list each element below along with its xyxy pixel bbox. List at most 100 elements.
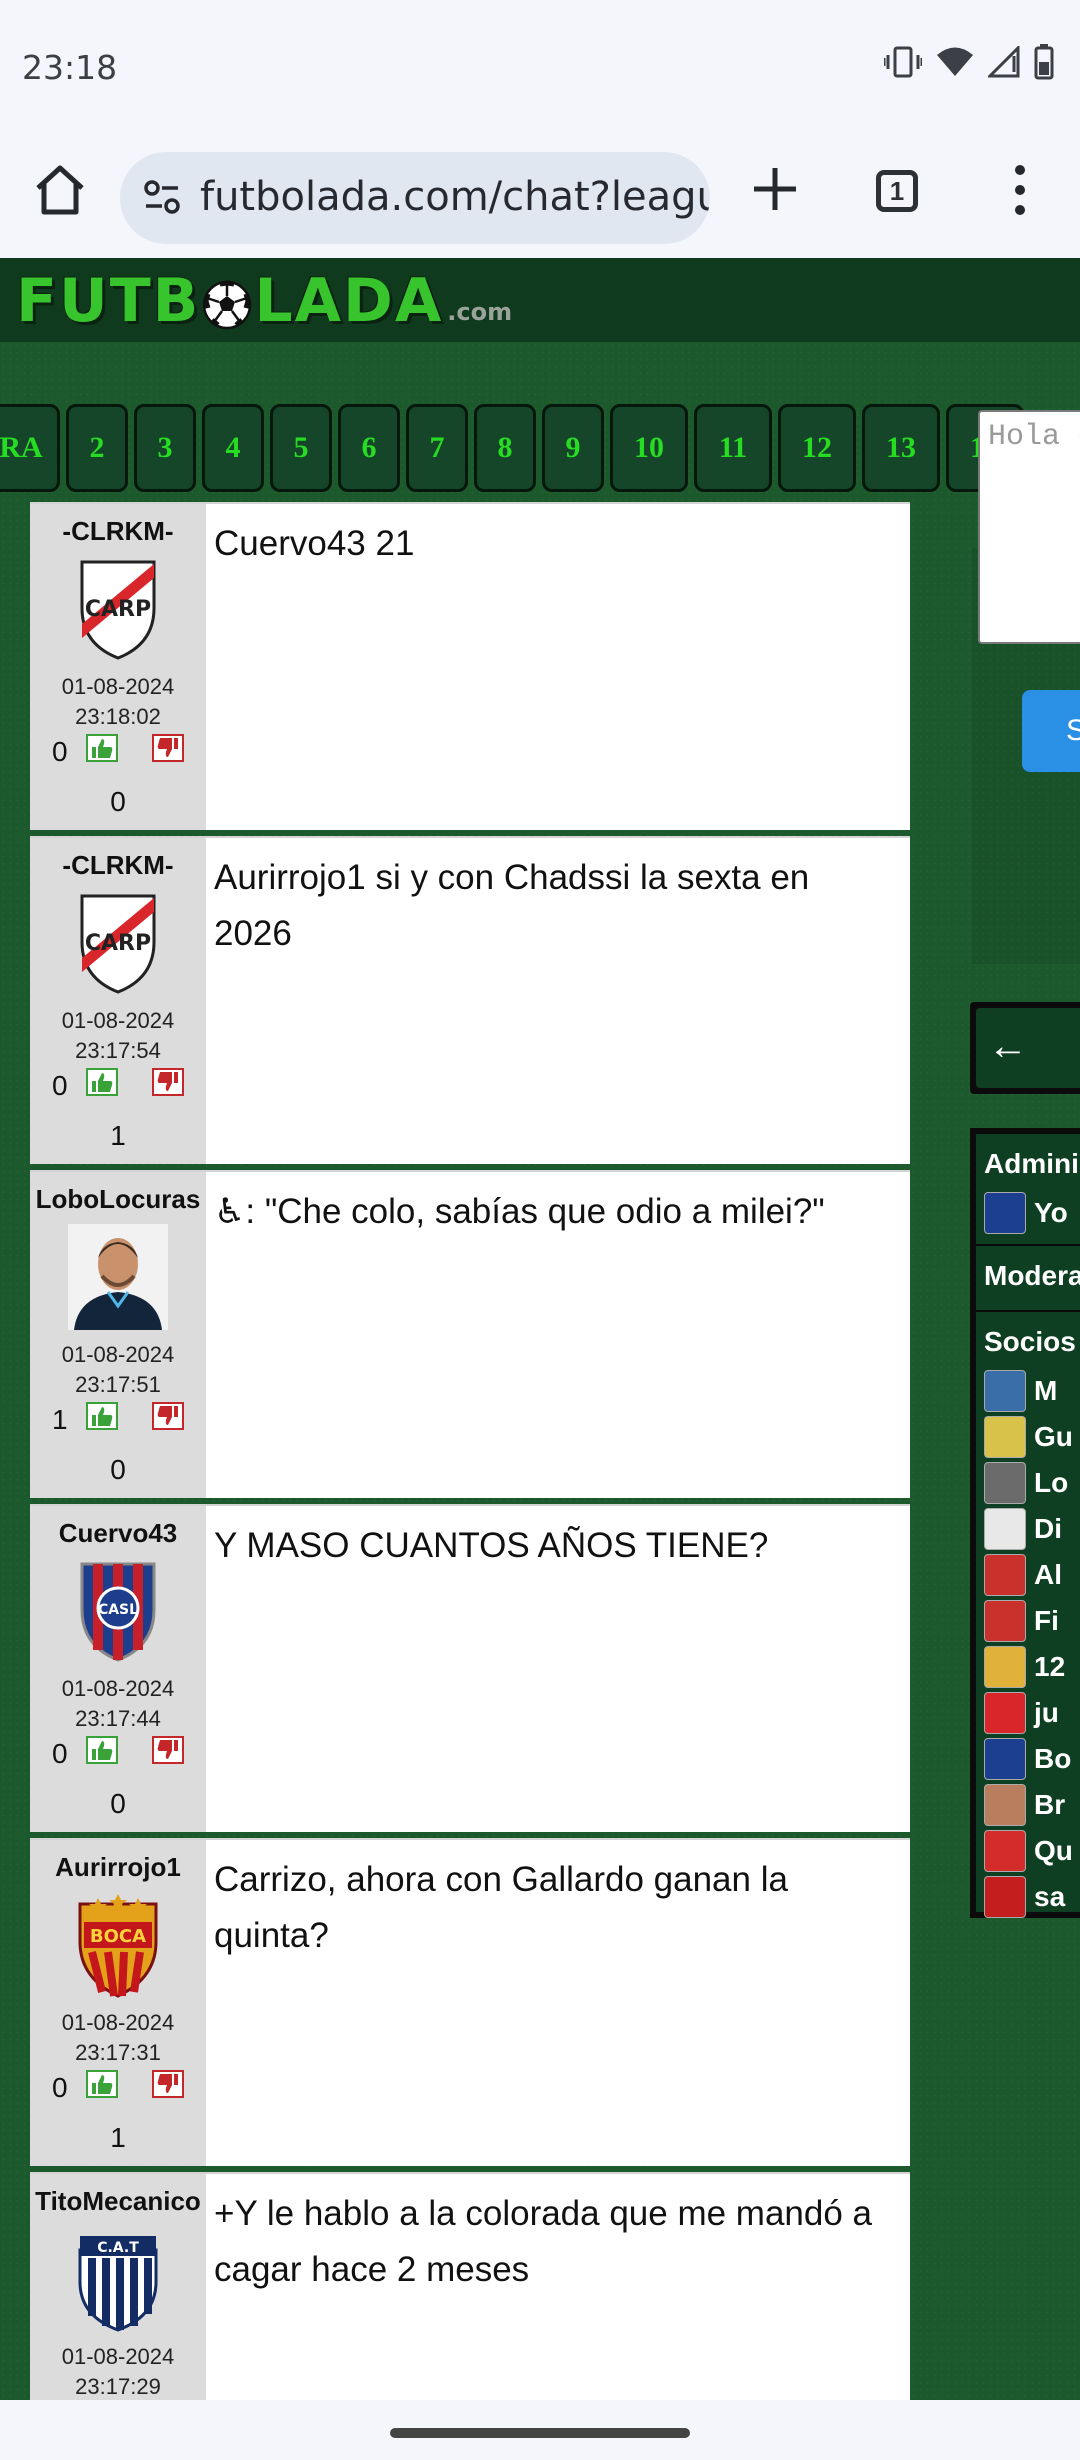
member-username: Qu [1034,1835,1073,1866]
home-gesture-handle[interactable] [390,2428,690,2438]
user-avatar[interactable]: CASL [68,1558,168,1664]
round-tab[interactable]: 3 [134,404,196,492]
member-avatar [984,1508,1026,1550]
member-row[interactable]: 12 [984,1644,1065,1690]
chat-message: LoboLocuras 01-08-2024 23:17:51 1 0 ♿: "Che c… [30,1170,910,1498]
round-tab[interactable]: RA [0,404,60,492]
svg-text:BOCA: BOCA [90,1926,146,1947]
member-row[interactable]: Br [984,1782,1065,1828]
back-arrow-icon[interactable]: ← [976,1008,1080,1088]
thumbs-up-icon[interactable] [86,2070,118,2103]
member-username: Di [1034,1513,1062,1544]
site-header: FUTB LADA .com [0,258,1080,342]
admins-heading: Admini [984,1148,1079,1179]
user-avatar[interactable]: C.A.T [68,2226,168,2332]
member-row[interactable]: Fi [984,1598,1059,1644]
web-page: FUTB LADA .com RA234567891011121314 -CLR… [0,258,1080,2400]
member-row[interactable]: ju [984,1690,1059,1736]
thumbs-down-icon[interactable] [152,734,184,767]
member-row[interactable]: Qu [984,1828,1073,1874]
more-menu-icon[interactable] [1008,160,1032,220]
thumbs-down-icon[interactable] [152,2070,184,2103]
message-timestamp: 01-08-2024 23:17:54 [30,1006,206,1066]
round-tab[interactable]: 7 [406,404,468,492]
svg-text:CASL: CASL [98,1602,138,1618]
user-avatar[interactable]: BOCA [68,1892,168,1998]
round-tab[interactable]: 12 [778,404,856,492]
member-avatar [984,1784,1026,1826]
chat-message-input[interactable]: Hola c [978,410,1080,644]
round-tab[interactable]: 2 [66,404,128,492]
round-tab[interactable]: 11 [694,404,772,492]
round-tab[interactable]: 8 [474,404,536,492]
thumbs-down-icon[interactable] [152,1736,184,1769]
message-meta: -CLRKM- CARP 01-08-2024 23:18:02 0 0 [30,504,206,830]
member-row[interactable]: Bo [984,1736,1071,1782]
message-meta: LoboLocuras 01-08-2024 23:17:51 1 0 [30,1172,206,1498]
message-text: Cuervo43 21 [214,524,415,563]
member-row[interactable]: M [984,1368,1057,1414]
member-avatar [984,1370,1026,1412]
message-username[interactable]: LoboLocuras [30,1184,206,1215]
member-avatar [984,1646,1026,1688]
message-username[interactable]: Cuervo43 [30,1518,206,1549]
site-info-icon[interactable] [142,178,182,218]
round-tab[interactable]: 13 [862,404,940,492]
message-username[interactable]: TitoMecanico [30,2186,206,2217]
send-button[interactable]: S [1022,690,1080,772]
message-username[interactable]: -CLRKM- [30,850,206,881]
round-tab[interactable]: 4 [202,404,264,492]
logo-text-right: LADA [254,266,444,336]
round-tabs: RA234567891011121314 [0,404,1024,496]
thumbs-up-icon[interactable] [86,1068,118,1101]
user-avatar[interactable] [68,1224,168,1330]
message-meta: Aurirrojo1 BOCA 01-08-2024 23:17:31 0 1 [30,1840,206,2166]
admin-user-row[interactable]: Yo [984,1190,1068,1236]
round-tab[interactable]: 6 [338,404,400,492]
url-text[interactable]: futbolada.com/chat?league [200,174,710,220]
round-tab[interactable]: 5 [270,404,332,492]
signal-icon [988,46,1020,78]
message-time: 23:17:29 [75,2374,161,2399]
message-text: Y MASO CUANTOS AÑOS TIENE? [214,1526,769,1565]
member-row[interactable]: Di [984,1506,1062,1552]
round-tab[interactable]: 9 [542,404,604,492]
member-username: Br [1034,1789,1066,1820]
member-row[interactable]: Lo [984,1460,1068,1506]
tab-switcher-button[interactable]: 1 [876,170,918,212]
thumbs-up-icon[interactable] [86,734,118,767]
thumbs-down-icon[interactable] [152,1402,184,1435]
user-avatar[interactable]: CARP [68,556,168,662]
member-username: Bo [1034,1743,1072,1774]
message-timestamp: 01-08-2024 23:17:31 [30,2008,206,2068]
message-time: 23:17:31 [75,2040,161,2065]
member-row[interactable]: Gu [984,1414,1073,1460]
chat-message: -CLRKM- CARP 01-08-2024 23:17:54 0 1 Aurirrojo… [30,836,910,1164]
member-username: Lo [1034,1467,1069,1498]
mods-heading: Modera [984,1260,1080,1291]
thumbs-up-icon[interactable] [86,1736,118,1769]
message-time: 23:17:44 [75,1706,161,1731]
message-username[interactable]: -CLRKM- [30,516,206,547]
message-username[interactable]: Aurirrojo1 [30,1852,206,1883]
member-avatar [984,1462,1026,1504]
site-logo[interactable]: FUTB LADA .com [16,266,512,336]
home-icon[interactable] [30,160,90,220]
message-time: 23:17:51 [75,1372,161,1397]
member-row[interactable]: Al [984,1552,1062,1598]
thumbs-down-icon[interactable] [152,1068,184,1101]
thumbs-up-icon[interactable] [86,1402,118,1435]
member-username: 12 [1034,1651,1066,1682]
address-bar[interactable]: futbolada.com/chat?league [120,152,710,244]
round-tab[interactable]: 10 [610,404,688,492]
admin-avatar [984,1192,1026,1234]
chat-message: Cuervo43 CASL 01-08-2024 23:17:44 0 0 Y MASO C… [30,1504,910,1832]
user-avatar[interactable]: CARP [68,890,168,996]
navigation-bar [0,2400,1080,2460]
message-meta: TitoMecanico C.A.T 01-08-2024 23:17:29 [30,2174,206,2400]
admin-username: Yo [1034,1197,1068,1228]
new-tab-icon[interactable] [748,162,802,216]
message-date: 01-08-2024 [61,2010,175,2035]
member-row[interactable]: sa [984,1874,1065,1920]
status-icons [884,44,1054,80]
